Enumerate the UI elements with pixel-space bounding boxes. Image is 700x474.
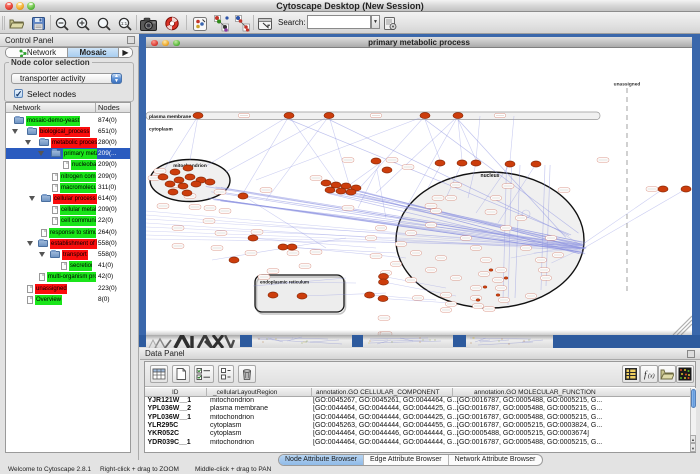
svg-text:cytoplasm: cytoplasm <box>149 127 173 133</box>
svg-text:plasma membrane: plasma membrane <box>149 114 191 120</box>
svg-text:nucleus: nucleus <box>481 173 500 179</box>
svg-text:1:1: 1:1 <box>121 21 128 26</box>
svg-text:endoplasmic reticulum: endoplasmic reticulum <box>260 280 309 285</box>
svg-text:unassigned: unassigned <box>614 82 641 88</box>
svg-text:(x): (x) <box>648 373 655 380</box>
